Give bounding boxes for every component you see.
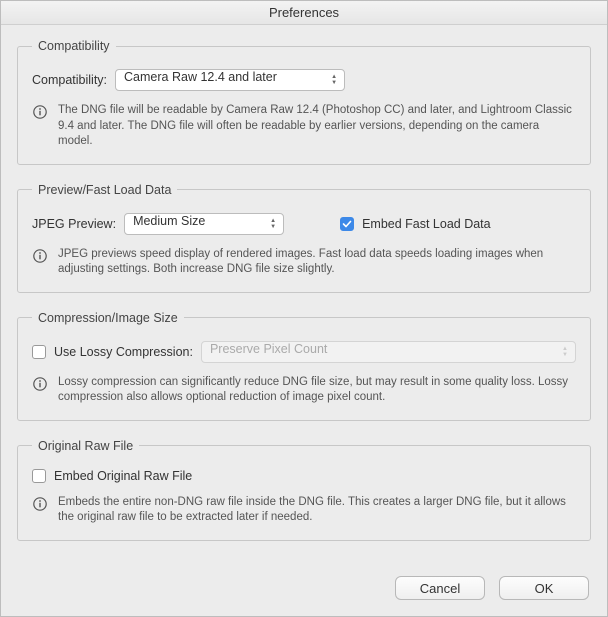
lossy-compression-checkbox[interactable] bbox=[32, 345, 46, 359]
jpeg-preview-select[interactable]: Medium Size bbox=[124, 213, 284, 235]
embed-fast-load-checkbox[interactable] bbox=[340, 217, 354, 231]
compatibility-info-text: The DNG file will be readable by Camera … bbox=[58, 103, 576, 150]
jpeg-preview-select-value: Medium Size bbox=[133, 214, 205, 228]
info-icon bbox=[32, 248, 48, 264]
embed-fast-load-label: Embed Fast Load Data bbox=[362, 217, 491, 231]
info-icon bbox=[32, 376, 48, 392]
info-icon bbox=[32, 104, 48, 120]
preserve-pixel-select-value: Preserve Pixel Count bbox=[210, 342, 327, 356]
compatibility-group: Compatibility Compatibility: Camera Raw … bbox=[17, 39, 591, 165]
original-raw-group: Original Raw File Embed Original Raw Fil… bbox=[17, 439, 591, 541]
jpeg-preview-label: JPEG Preview: bbox=[32, 217, 116, 231]
compatibility-label: Compatibility: bbox=[32, 73, 107, 87]
footer: Cancel OK bbox=[1, 564, 607, 616]
lossy-compression-label: Use Lossy Compression: bbox=[54, 345, 193, 359]
compatibility-select[interactable]: Camera Raw 12.4 and later bbox=[115, 69, 345, 91]
window-title: Preferences bbox=[269, 5, 339, 20]
original-raw-info-text: Embeds the entire non-DNG raw file insid… bbox=[58, 495, 576, 526]
compression-legend: Compression/Image Size bbox=[32, 311, 184, 325]
cancel-button[interactable]: Cancel bbox=[395, 576, 485, 600]
content-area: Compatibility Compatibility: Camera Raw … bbox=[1, 25, 607, 564]
embed-original-checkbox[interactable] bbox=[32, 469, 46, 483]
embed-original-label: Embed Original Raw File bbox=[54, 469, 192, 483]
preserve-pixel-select: Preserve Pixel Count bbox=[201, 341, 576, 363]
preview-legend: Preview/Fast Load Data bbox=[32, 183, 177, 197]
compatibility-select-value: Camera Raw 12.4 and later bbox=[124, 70, 277, 84]
preview-group: Preview/Fast Load Data JPEG Preview: Med… bbox=[17, 183, 591, 293]
preview-info-text: JPEG previews speed display of rendered … bbox=[58, 247, 576, 278]
ok-button[interactable]: OK bbox=[499, 576, 589, 600]
preferences-window: Preferences Compatibility Compatibility:… bbox=[0, 0, 608, 617]
compatibility-legend: Compatibility bbox=[32, 39, 116, 53]
info-icon bbox=[32, 496, 48, 512]
original-raw-legend: Original Raw File bbox=[32, 439, 139, 453]
compression-info-text: Lossy compression can significantly redu… bbox=[58, 375, 576, 406]
compression-group: Compression/Image Size Use Lossy Compres… bbox=[17, 311, 591, 421]
titlebar: Preferences bbox=[1, 1, 607, 25]
